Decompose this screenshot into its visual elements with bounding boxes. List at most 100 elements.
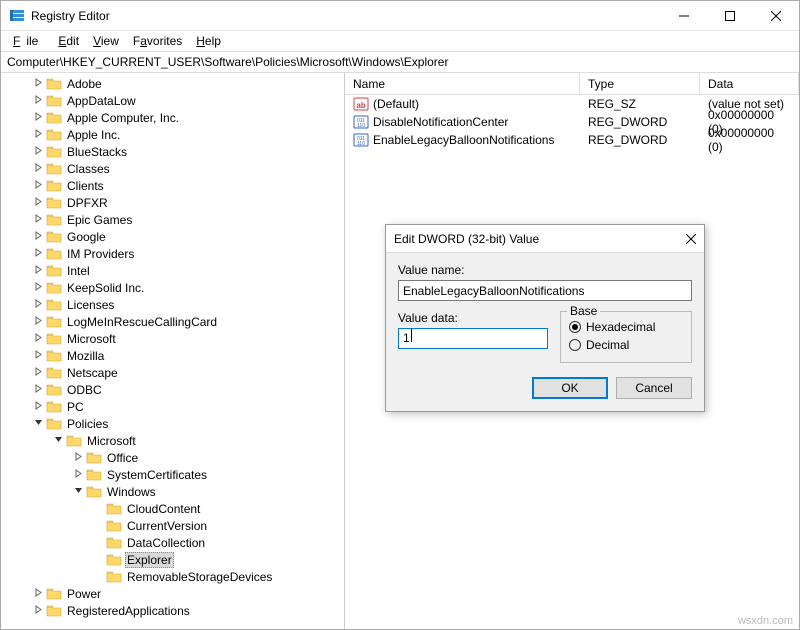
tree-item[interactable]: Mozilla	[1, 347, 344, 364]
collapse-icon[interactable]	[71, 486, 85, 498]
expand-icon[interactable]	[31, 316, 45, 328]
tree-item[interactable]: DataCollection	[1, 534, 344, 551]
tree-item[interactable]: Clients	[1, 177, 344, 194]
dialog-close-button[interactable]	[668, 231, 696, 247]
collapse-icon[interactable]	[51, 435, 65, 447]
cancel-button[interactable]: Cancel	[616, 377, 692, 399]
tree-item[interactable]: RegisteredApplications	[1, 602, 344, 619]
tree-item[interactable]: AppDataLow	[1, 92, 344, 109]
collapse-icon[interactable]	[31, 418, 45, 430]
folder-icon	[46, 332, 62, 346]
tree-item[interactable]: DPFXR	[1, 194, 344, 211]
expand-icon[interactable]	[31, 197, 45, 209]
expand-icon[interactable]	[31, 146, 45, 158]
window-close-button[interactable]	[753, 1, 799, 31]
tree-item-explorer[interactable]: Explorer	[1, 551, 344, 568]
value-data-field[interactable]: 1	[398, 328, 548, 349]
tree-item[interactable]: Power	[1, 585, 344, 602]
tree-item-microsoft[interactable]: Microsoft	[1, 432, 344, 449]
value-name: DisableNotificationCenter	[373, 115, 508, 129]
folder-icon	[46, 128, 62, 142]
tree-item[interactable]: Google	[1, 228, 344, 245]
menu-view[interactable]: View	[87, 32, 125, 50]
tree-item[interactable]: Apple Computer, Inc.	[1, 109, 344, 126]
folder-icon	[46, 77, 62, 91]
expand-icon[interactable]	[31, 214, 45, 226]
expand-icon[interactable]	[31, 605, 45, 617]
binary-value-icon: 011110	[353, 114, 369, 130]
address-bar[interactable]: Computer\HKEY_CURRENT_USER\Software\Poli…	[1, 51, 799, 73]
expand-icon[interactable]	[31, 265, 45, 277]
tree-item-windows[interactable]: Windows	[1, 483, 344, 500]
edit-dword-dialog: Edit DWORD (32-bit) Value Value name: Va…	[385, 224, 705, 412]
expand-icon[interactable]	[31, 112, 45, 124]
tree-item-label: Netscape	[65, 366, 120, 380]
tree-item[interactable]: Classes	[1, 160, 344, 177]
folder-icon	[46, 587, 62, 601]
menu-edit[interactable]: Edit	[52, 32, 85, 50]
expand-icon[interactable]	[71, 452, 85, 464]
window-maximize-button[interactable]	[707, 1, 753, 31]
tree-item-label: Classes	[65, 162, 112, 176]
tree-item[interactable]: PC	[1, 398, 344, 415]
expand-icon[interactable]	[31, 163, 45, 175]
tree-item-label: Explorer	[125, 552, 174, 568]
expand-icon[interactable]	[31, 78, 45, 90]
tree-item[interactable]: Epic Games	[1, 211, 344, 228]
folder-icon	[46, 383, 62, 397]
tree-item[interactable]: RemovableStorageDevices	[1, 568, 344, 585]
tree-item[interactable]: Apple Inc.	[1, 126, 344, 143]
expand-icon[interactable]	[31, 282, 45, 294]
column-type[interactable]: Type	[580, 73, 700, 94]
expand-icon[interactable]	[31, 350, 45, 362]
tree-item[interactable]: Netscape	[1, 364, 344, 381]
tree-item-policies[interactable]: Policies	[1, 415, 344, 432]
tree-item[interactable]: ODBC	[1, 381, 344, 398]
expand-icon[interactable]	[31, 384, 45, 396]
expand-icon[interactable]	[31, 333, 45, 345]
list-row[interactable]: 011110EnableLegacyBalloonNotificationsRE…	[345, 131, 799, 149]
tree-item-label: Epic Games	[65, 213, 134, 227]
svg-text:110: 110	[357, 123, 365, 129]
tree-item-label: SystemCertificates	[105, 468, 209, 482]
column-name[interactable]: Name	[345, 73, 580, 94]
radio-hexadecimal[interactable]: Hexadecimal	[569, 318, 683, 336]
tree-item[interactable]: Licenses	[1, 296, 344, 313]
expand-icon[interactable]	[31, 248, 45, 260]
tree-item[interactable]: Microsoft	[1, 330, 344, 347]
tree-item[interactable]: IM Providers	[1, 245, 344, 262]
expand-icon[interactable]	[31, 401, 45, 413]
tree-item[interactable]: CloudContent	[1, 500, 344, 517]
expand-icon[interactable]	[31, 299, 45, 311]
value-name-field[interactable]	[398, 280, 692, 301]
folder-icon	[46, 366, 62, 380]
expand-icon[interactable]	[31, 231, 45, 243]
tree-item-label: DataCollection	[125, 536, 207, 550]
value-type: REG_DWORD	[580, 115, 700, 129]
tree-item[interactable]: BlueStacks	[1, 143, 344, 160]
ok-button[interactable]: OK	[532, 377, 608, 399]
expand-icon[interactable]	[31, 95, 45, 107]
expand-icon[interactable]	[71, 469, 85, 481]
window-minimize-button[interactable]	[661, 1, 707, 31]
radio-decimal[interactable]: Decimal	[569, 336, 683, 354]
menu-favorites[interactable]: Favorites	[127, 32, 188, 50]
tree-item[interactable]: KeepSolid Inc.	[1, 279, 344, 296]
tree-item[interactable]: Intel	[1, 262, 344, 279]
tree-item[interactable]: Office	[1, 449, 344, 466]
expand-icon[interactable]	[31, 129, 45, 141]
folder-icon	[106, 519, 122, 533]
menu-help[interactable]: Help	[190, 32, 227, 50]
tree-item[interactable]: LogMeInRescueCallingCard	[1, 313, 344, 330]
column-data[interactable]: Data	[700, 73, 799, 94]
expand-icon[interactable]	[31, 588, 45, 600]
tree-item-label: DPFXR	[65, 196, 110, 210]
tree-item-label: Mozilla	[65, 349, 106, 363]
expand-icon[interactable]	[31, 180, 45, 192]
tree-item[interactable]: CurrentVersion	[1, 517, 344, 534]
tree-item[interactable]: SystemCertificates	[1, 466, 344, 483]
menu-file[interactable]: File	[7, 32, 50, 50]
tree-item[interactable]: Adobe	[1, 75, 344, 92]
tree-pane[interactable]: AdobeAppDataLowApple Computer, Inc.Apple…	[1, 73, 345, 629]
expand-icon[interactable]	[31, 367, 45, 379]
